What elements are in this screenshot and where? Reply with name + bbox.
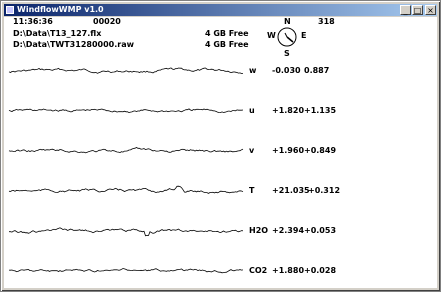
channel-mean-u: +1.820 bbox=[272, 106, 305, 115]
channel-mean-w: -0.030 bbox=[272, 66, 301, 75]
channel-name-w: w bbox=[249, 66, 257, 75]
title-bar[interactable]: WindflowWMP v1.0 _ □ × bbox=[4, 4, 437, 16]
maximize-button[interactable]: □ bbox=[412, 5, 423, 15]
channel-mean-v: +1.960 bbox=[272, 146, 305, 155]
app-icon bbox=[6, 6, 14, 14]
channel-sd-co2: +0.028 bbox=[304, 266, 337, 275]
channel-mean-co2: +1.880 bbox=[272, 266, 305, 275]
channel-name-v: v bbox=[249, 146, 255, 155]
channel-sd-h2o: +0.053 bbox=[304, 226, 337, 235]
channel-name-u: u bbox=[249, 106, 255, 115]
channel-name-t: T bbox=[249, 186, 255, 195]
channel-sd-v: +0.849 bbox=[304, 146, 337, 155]
channel-sd-u: +1.135 bbox=[304, 106, 337, 115]
channel-name-h2o: H2O bbox=[249, 226, 269, 235]
trace-w bbox=[8, 67, 243, 74]
trace-co2 bbox=[8, 268, 244, 274]
minimize-button[interactable]: _ bbox=[400, 5, 411, 15]
channel-name-co2: CO2 bbox=[249, 266, 268, 275]
channel-sd-w: 0.887 bbox=[304, 66, 330, 75]
trace-t bbox=[8, 185, 244, 194]
channel-mean-t: +21.035 bbox=[272, 186, 310, 195]
window-title: WindflowWMP v1.0 bbox=[17, 5, 104, 14]
channel-mean-h2o: +2.394 bbox=[272, 226, 305, 235]
channel-sd-t: +0.312 bbox=[308, 186, 341, 195]
trace-h2o bbox=[9, 227, 244, 237]
app-window: WindflowWMP v1.0 _ □ × 11:36:36 00020 D:… bbox=[0, 0, 441, 292]
trace-u bbox=[8, 108, 244, 114]
data-display-area: 11:36:36 00020 D:\Data\T13_127.flx D:\Da… bbox=[4, 17, 437, 288]
trace-v bbox=[8, 147, 244, 154]
close-button[interactable]: × bbox=[425, 5, 436, 15]
signal-traces bbox=[8, 67, 244, 274]
